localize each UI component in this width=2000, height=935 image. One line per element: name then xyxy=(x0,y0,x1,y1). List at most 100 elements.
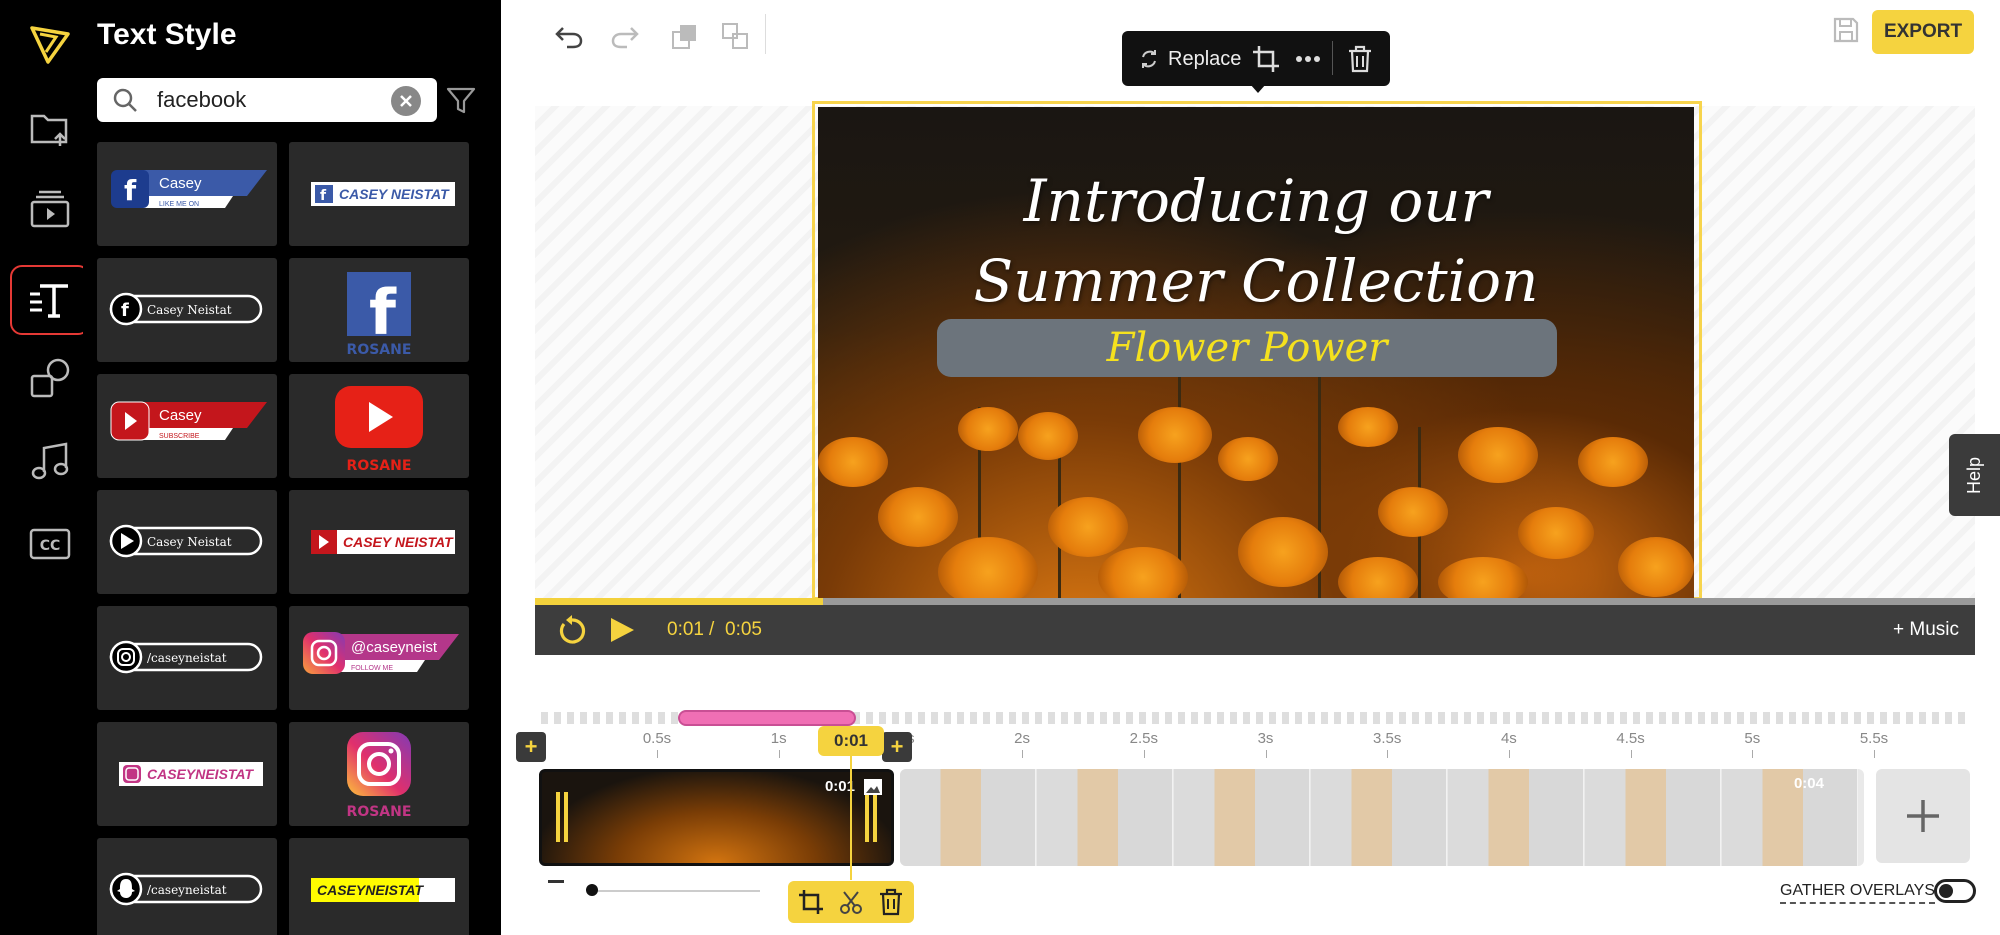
logo-icon[interactable] xyxy=(10,8,90,80)
tile-name: CASEYNEISTAT xyxy=(317,882,424,898)
replace-button[interactable]: Replace xyxy=(1138,43,1241,75)
subtitle-text: Flower Power xyxy=(1106,325,1388,371)
crop-icon[interactable] xyxy=(796,887,826,917)
undo-button[interactable] xyxy=(549,16,589,56)
text-style-tile[interactable]: ROSANE xyxy=(289,722,469,826)
flower xyxy=(1048,497,1128,557)
more-options-icon[interactable] xyxy=(1292,43,1324,75)
upload-folder-icon[interactable] xyxy=(10,92,90,164)
ruler-label: 5.5s xyxy=(1859,730,1889,747)
gather-overlays-toggle[interactable] xyxy=(1934,879,1976,903)
plus-icon: + xyxy=(890,734,904,759)
text-style-tile[interactable]: f ROSANE xyxy=(289,258,469,362)
split-scissors-icon[interactable] xyxy=(836,887,866,917)
text-style-tile[interactable]: CASEYNEISTAT xyxy=(289,838,469,935)
text-style-tile[interactable]: Casey SUBSCRIBE xyxy=(97,374,277,478)
text-style-tile[interactable]: /caseyneistat xyxy=(97,838,277,935)
text-style-tile[interactable]: f Casey Neistat xyxy=(97,258,277,362)
video-clip[interactable]: 0:04 xyxy=(900,769,1864,866)
text-tool-icon[interactable] xyxy=(10,265,90,335)
ruler-tick xyxy=(1265,750,1267,758)
clip-thumbnail xyxy=(1037,769,1173,866)
music-icon[interactable] xyxy=(10,426,90,498)
subtitle-text-box[interactable]: Flower Power xyxy=(937,319,1557,377)
text-style-tile[interactable]: CASEYNEISTAT xyxy=(97,722,277,826)
ruler-label: 4s xyxy=(1500,730,1517,747)
ruler-label: 1s xyxy=(770,730,787,747)
tile-name: Casey Neistat xyxy=(147,303,232,317)
ruler-tick xyxy=(1630,750,1632,758)
text-style-tile[interactable]: CASEY NEISTAT xyxy=(289,490,469,594)
trim-handle-left[interactable] xyxy=(556,792,560,842)
ruler-label: 2.5s xyxy=(1129,730,1158,747)
playback-progress[interactable] xyxy=(535,598,1975,605)
add-before-button[interactable]: + xyxy=(516,732,546,762)
clip-thumbnail xyxy=(1311,769,1447,866)
svg-text:f: f xyxy=(121,300,129,321)
ruler-label: 0.5s xyxy=(642,730,672,747)
ruler-tick xyxy=(1508,750,1510,758)
flower xyxy=(1378,487,1448,537)
canvas-title-line-2[interactable]: Summer Collection xyxy=(818,247,1694,315)
clip-toolbar xyxy=(788,881,914,923)
video-canvas[interactable]: Introducing our Summer Collection Flower… xyxy=(818,107,1694,600)
text-overlay-clip[interactable] xyxy=(678,710,856,726)
save-icon[interactable] xyxy=(1830,14,1862,46)
add-scene-button[interactable] xyxy=(1876,769,1970,863)
zoom-slider[interactable] xyxy=(590,890,760,892)
replace-label: Replace xyxy=(1168,47,1242,70)
tile-name: CASEYNEISTAT xyxy=(147,766,254,782)
text-style-tile[interactable]: /caseyneistat xyxy=(97,606,277,710)
text-style-tile[interactable]: f CASEY NEISTAT xyxy=(289,142,469,246)
playback-progress-fill xyxy=(535,598,823,605)
filter-icon[interactable] xyxy=(443,82,479,118)
play-icon[interactable] xyxy=(607,615,637,645)
tile-sub: SUBSCRIBE xyxy=(159,433,200,440)
flower xyxy=(1518,507,1594,559)
flower xyxy=(1618,537,1694,597)
text-style-tile[interactable]: f Casey LIKE ME ON xyxy=(97,142,277,246)
clear-search-button[interactable] xyxy=(391,86,421,116)
clip-thumbnail xyxy=(1448,769,1584,866)
export-button[interactable]: EXPORT xyxy=(1872,10,1974,54)
image-icon xyxy=(864,779,882,795)
text-style-tile[interactable]: ROSANE xyxy=(289,374,469,478)
tile-name: ROSANE xyxy=(347,458,412,474)
help-button[interactable]: Help xyxy=(1949,434,2000,516)
trim-handle-right[interactable] xyxy=(873,792,877,842)
media-library-icon[interactable] xyxy=(10,174,90,246)
send-backward-button[interactable] xyxy=(715,16,755,56)
toolbar-divider xyxy=(1332,41,1333,75)
tile-name: ROSANE xyxy=(347,342,412,358)
zoom-out-icon[interactable] xyxy=(548,880,564,883)
text-style-tile[interactable]: @caseyneist FOLLOW ME xyxy=(289,606,469,710)
add-after-button[interactable]: + xyxy=(882,732,912,762)
search-input[interactable] xyxy=(157,84,377,116)
toggle-knob xyxy=(1939,884,1953,898)
trim-handle-left[interactable] xyxy=(564,792,568,842)
zoom-slider-knob[interactable] xyxy=(586,884,598,896)
shapes-icon[interactable] xyxy=(10,344,90,416)
element-toolbar: Replace xyxy=(1122,31,1390,93)
flower xyxy=(1338,407,1398,447)
crop-icon[interactable] xyxy=(1250,43,1282,75)
tile-name: /caseyneistat xyxy=(147,651,227,665)
ruler-tick xyxy=(778,750,780,758)
bring-forward-button[interactable] xyxy=(665,16,705,56)
video-clip[interactable]: 0:01 xyxy=(539,769,894,866)
flower xyxy=(878,487,958,547)
playhead[interactable] xyxy=(850,756,852,880)
replay-icon[interactable] xyxy=(555,614,589,648)
trash-icon[interactable] xyxy=(876,887,906,917)
playhead-time[interactable]: 0:01 xyxy=(818,726,884,756)
svg-text:CC: CC xyxy=(40,538,61,554)
svg-text:f: f xyxy=(124,174,137,207)
text-style-tile[interactable]: Casey Neistat xyxy=(97,490,277,594)
add-music-button[interactable]: + Music xyxy=(1893,619,1959,641)
trash-icon[interactable] xyxy=(1344,43,1376,75)
captions-icon[interactable]: CC xyxy=(10,508,90,580)
trim-handle-right[interactable] xyxy=(865,792,869,842)
redo-button[interactable] xyxy=(605,16,645,56)
ruler-tick xyxy=(1022,750,1024,758)
canvas-title-line-1[interactable]: Introducing our xyxy=(818,167,1694,235)
